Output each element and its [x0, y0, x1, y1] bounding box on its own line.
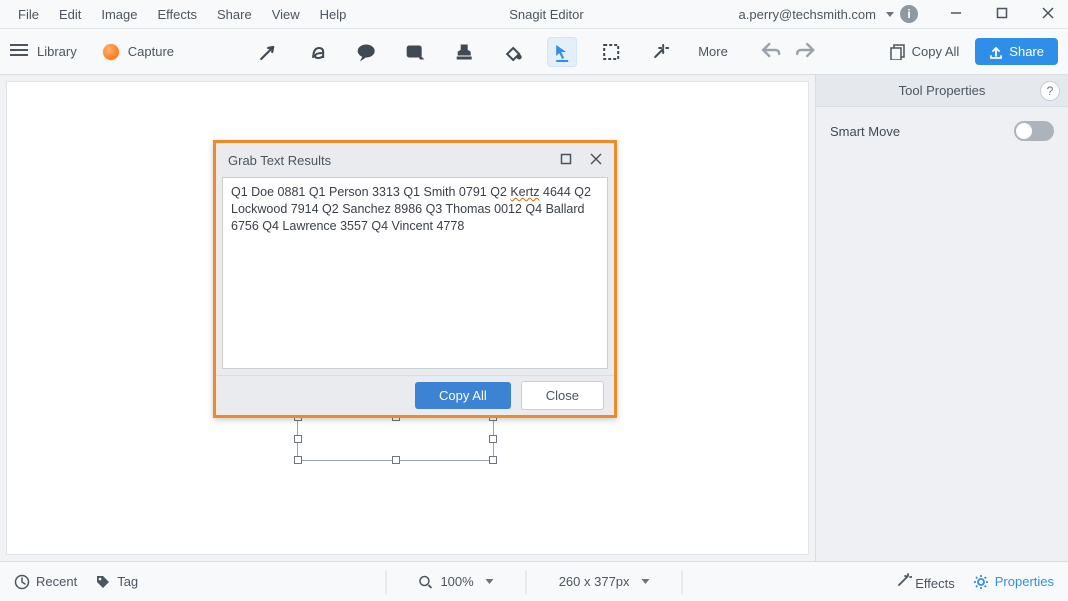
chevron-down-icon: [486, 579, 494, 584]
smart-move-label: Smart Move: [830, 124, 900, 139]
effects-button[interactable]: Effects: [896, 572, 955, 591]
resize-handle[interactable]: [392, 456, 400, 464]
tag-button[interactable]: Tag: [95, 574, 138, 590]
properties-button[interactable]: Properties: [973, 574, 1054, 590]
smart-move-toggle[interactable]: [1014, 121, 1054, 141]
gear-icon: [973, 574, 989, 590]
main-area: Grab Text Results Q1 Doe 0881 Q1 Person …: [0, 75, 1068, 561]
menu-image[interactable]: Image: [93, 4, 145, 25]
capture-button[interactable]: Capture: [128, 44, 174, 59]
callout-tool[interactable]: [351, 37, 381, 67]
help-icon[interactable]: ?: [1040, 81, 1060, 101]
toolbar: Library Capture More Copy All Share: [0, 29, 1068, 75]
effects-label: Effects: [915, 576, 955, 591]
share-label: Share: [1009, 44, 1044, 59]
resize-handle[interactable]: [294, 435, 302, 443]
user-account[interactable]: a.perry@techsmith.com i: [739, 5, 922, 23]
shape-tool[interactable]: [400, 37, 430, 67]
tool-properties-title: Tool Properties: [899, 83, 986, 98]
copy-icon: [890, 44, 906, 60]
resize-handle[interactable]: [489, 456, 497, 464]
menu-edit[interactable]: Edit: [51, 4, 89, 25]
move-tool[interactable]: [547, 37, 577, 67]
properties-label: Properties: [995, 574, 1054, 589]
app-title: Snagit Editor: [354, 7, 738, 22]
selection-tool[interactable]: [596, 37, 626, 67]
dialog-title: Grab Text Results: [228, 153, 331, 168]
resize-handle[interactable]: [489, 435, 497, 443]
capture-icon[interactable]: [103, 44, 119, 60]
separator: [385, 570, 386, 594]
fill-tool[interactable]: [498, 37, 528, 67]
dialog-titlebar[interactable]: Grab Text Results: [216, 143, 614, 177]
menu-view[interactable]: View: [264, 4, 308, 25]
maximize-button[interactable]: [988, 7, 1016, 22]
recent-button[interactable]: Recent: [14, 574, 77, 590]
menu-share[interactable]: Share: [209, 4, 260, 25]
info-icon[interactable]: i: [900, 5, 918, 23]
share-button[interactable]: Share: [975, 38, 1058, 65]
recent-label: Recent: [36, 574, 77, 589]
image-selection[interactable]: [297, 416, 494, 461]
menu-help[interactable]: Help: [312, 4, 355, 25]
dialog-close-button[interactable]: [590, 153, 602, 168]
stamp-tool[interactable]: [449, 37, 479, 67]
title-bar: File Edit Image Effects Share View Help …: [0, 0, 1068, 29]
magic-wand-tool[interactable]: [645, 37, 675, 67]
tool-properties-header: Tool Properties ?: [816, 75, 1068, 107]
copy-all-button[interactable]: Copy All: [884, 44, 966, 60]
undo-button[interactable]: [761, 42, 781, 61]
wand-icon: [896, 572, 912, 588]
canvas[interactable]: Grab Text Results Q1 Doe 0881 Q1 Person …: [6, 81, 809, 555]
window-controls: [942, 7, 1062, 22]
status-bar: Recent Tag 100% 260 x 377px Effects Prop…: [0, 561, 1068, 601]
chevron-down-icon: [642, 579, 650, 584]
separator: [526, 570, 527, 594]
clock-icon: [14, 574, 30, 590]
more-tools[interactable]: More: [694, 44, 732, 59]
menu-file[interactable]: File: [10, 4, 47, 25]
share-icon: [989, 45, 1003, 59]
grab-text-textarea[interactable]: Q1 Doe 0881 Q1 Person 3313 Q1 Smith 0791…: [222, 177, 608, 369]
dimensions-control[interactable]: 260 x 377px: [547, 574, 662, 589]
chevron-down-icon: [886, 12, 894, 17]
main-menu: File Edit Image Effects Share View Help: [10, 4, 354, 25]
copy-all-label: Copy All: [912, 44, 960, 59]
spell-flagged-word[interactable]: Kertz: [510, 185, 539, 199]
dialog-footer: Copy All Close: [216, 375, 614, 415]
dimensions-value: 260 x 377px: [559, 574, 630, 589]
tool-strip: More: [253, 29, 815, 75]
library-button[interactable]: Library: [37, 44, 77, 59]
dialog-maximize-button[interactable]: [560, 153, 572, 168]
dialog-close-footer-button[interactable]: Close: [521, 381, 604, 410]
arrow-tool[interactable]: [253, 37, 283, 67]
tag-label: Tag: [117, 574, 138, 589]
zoom-control[interactable]: 100%: [406, 574, 505, 589]
minimize-button[interactable]: [942, 7, 970, 22]
user-email: a.perry@techsmith.com: [739, 7, 876, 22]
redo-button[interactable]: [795, 42, 815, 61]
separator: [682, 570, 683, 594]
tag-icon: [95, 574, 111, 590]
menu-effects[interactable]: Effects: [150, 4, 206, 25]
hamburger-icon[interactable]: [10, 43, 28, 60]
tool-properties-panel: Tool Properties ? Smart Move: [815, 75, 1068, 561]
grab-text-dialog: Grab Text Results Q1 Doe 0881 Q1 Person …: [213, 140, 617, 418]
magnifier-icon: [418, 575, 432, 589]
grab-text-content: Q1 Doe 0881 Q1 Person 3313 Q1 Smith 0791…: [231, 185, 510, 199]
text-tool[interactable]: [302, 37, 332, 67]
resize-handle[interactable]: [294, 456, 302, 464]
dialog-copy-all-button[interactable]: Copy All: [415, 382, 511, 409]
close-button[interactable]: [1034, 7, 1062, 22]
zoom-value: 100%: [440, 574, 473, 589]
